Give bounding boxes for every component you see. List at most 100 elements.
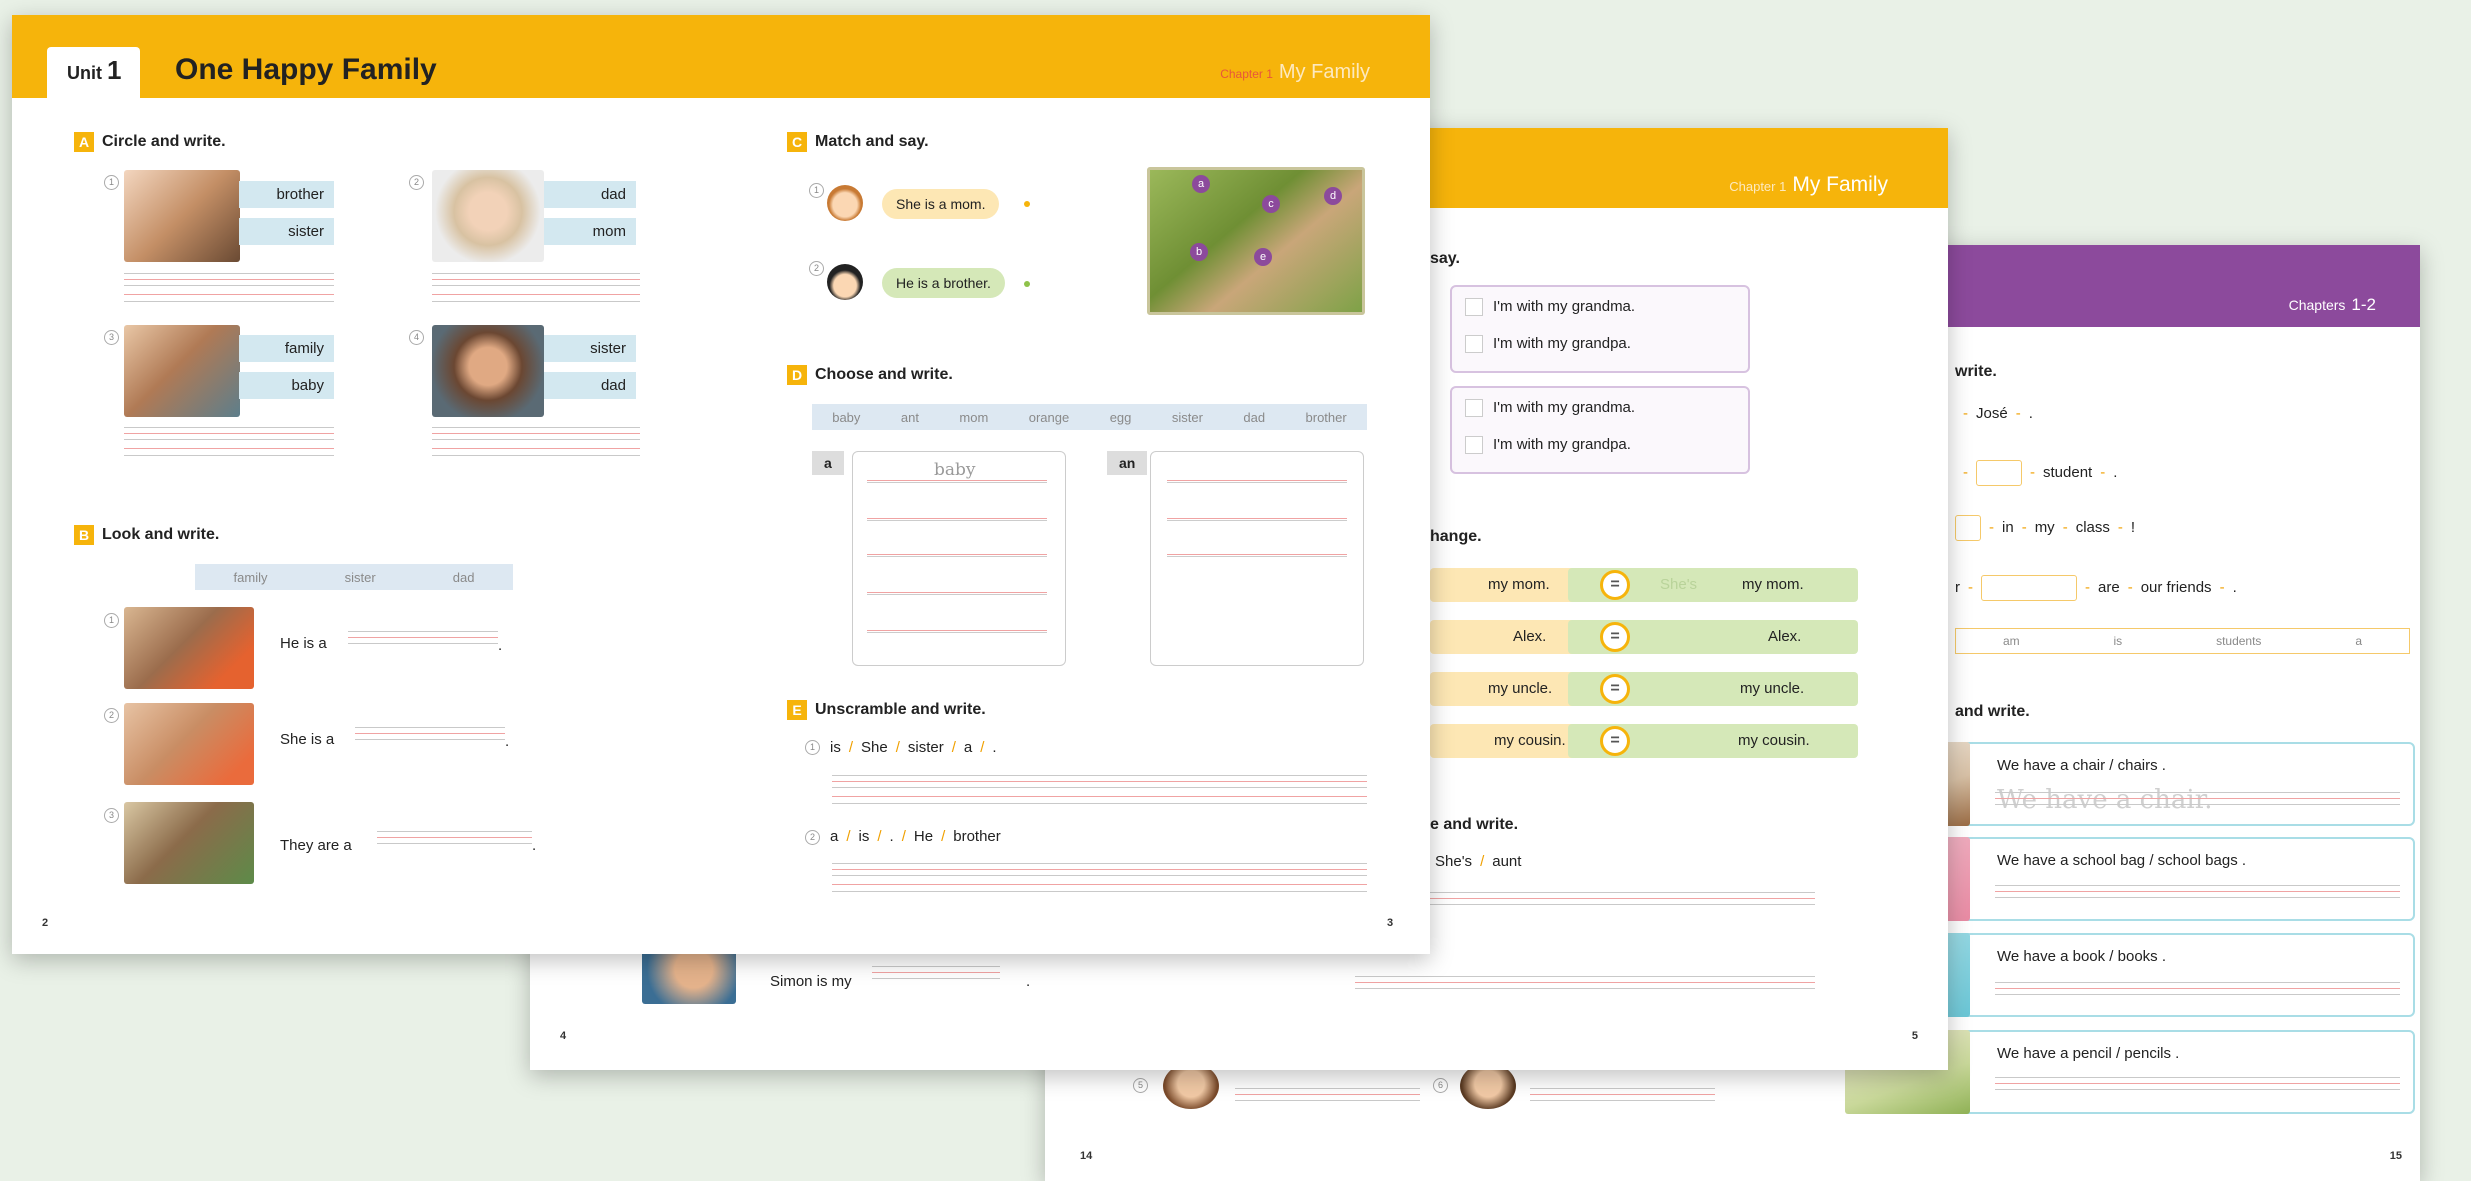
write-line[interactable] (832, 879, 1367, 892)
equals-badge: = (1600, 674, 1630, 704)
choice-mom[interactable]: mom (544, 218, 636, 245)
write-line[interactable] (432, 273, 640, 286)
write-line[interactable] (867, 475, 1047, 483)
write-line[interactable] (124, 273, 334, 286)
bank-word: students (2216, 634, 2262, 648)
section-title: write. (1955, 363, 1997, 381)
choice-brother[interactable]: brother (239, 181, 334, 208)
item-number: 1 (809, 183, 824, 198)
chapter-label: Chapter 1 (1729, 179, 1787, 194)
checkbox[interactable] (1465, 298, 1483, 317)
write-line[interactable] (1995, 1077, 2400, 1090)
write-line[interactable] (832, 775, 1367, 788)
word: . (992, 739, 997, 756)
write-line[interactable] (432, 443, 640, 456)
write-line[interactable] (1995, 885, 2400, 898)
section-title: say. (1430, 250, 1460, 268)
section-d-title: D Choose and write. (787, 365, 953, 385)
item-number: 2 (409, 175, 424, 190)
chapter-heading: Chapter 1 My Family (1729, 173, 1888, 197)
option-label: I'm with my grandma. (1493, 298, 1636, 315)
unit-label: Unit 1 (67, 55, 121, 86)
change-right-text: my uncle. (1740, 680, 1805, 697)
photo-label-d: d (1324, 187, 1342, 205)
checkbox[interactable] (1465, 436, 1483, 455)
choice-family[interactable]: family (239, 335, 334, 362)
choice-sister[interactable]: sister (544, 335, 636, 362)
man-portrait-photo (432, 325, 544, 417)
write-line[interactable] (832, 863, 1367, 876)
choice-option[interactable]: I'm with my grandpa. (1465, 335, 1631, 354)
write-line[interactable] (355, 727, 505, 740)
choice-option[interactable]: I'm with my grandpa. (1465, 436, 1631, 455)
item-number: 6 (1433, 1078, 1448, 1093)
write-line[interactable] (1167, 475, 1347, 483)
write-line[interactable] (867, 587, 1047, 595)
choice-dad[interactable]: dad (544, 372, 636, 399)
choice-dad[interactable]: dad (544, 181, 636, 208)
family-picnic-photo (124, 802, 254, 884)
write-line[interactable] (124, 289, 334, 302)
workbook-page-unit-1: Unit 1 One Happy Family Chapter 1 My Fami… (12, 15, 1430, 954)
checkbox[interactable] (1465, 399, 1483, 418)
choice-option[interactable]: I'm with my grandma. (1465, 399, 1635, 418)
chapter-label: Chapters (2288, 297, 2346, 313)
write-line[interactable] (432, 289, 640, 302)
section-letter: D (787, 365, 807, 385)
change-right-text: my mom. (1742, 576, 1804, 593)
item-number: 1 (805, 740, 820, 755)
chapter-title: My Family (1792, 173, 1888, 196)
choice-sister[interactable]: sister (239, 218, 334, 245)
write-line[interactable] (1167, 513, 1347, 521)
word-fragment: r (1955, 578, 1960, 596)
column-a-tag: a (812, 451, 844, 475)
answer-blank[interactable] (1976, 460, 2022, 486)
option-label: I'm with my grandpa. (1493, 335, 1631, 352)
woman-portrait-photo (432, 170, 544, 262)
write-line[interactable] (377, 831, 532, 844)
word: She (861, 739, 888, 756)
write-line[interactable] (124, 443, 334, 456)
write-line[interactable] (1995, 982, 2400, 995)
word-bank: family sister dad (195, 564, 513, 590)
change-left-text: my uncle. (1488, 680, 1553, 697)
item-number: 1 (104, 175, 119, 190)
write-line[interactable] (1167, 549, 1347, 557)
option-label: I'm with my grandpa. (1493, 436, 1631, 453)
write-line[interactable] (1995, 792, 2400, 805)
item-number: 3 (104, 808, 119, 823)
section-title-text: write. (1955, 363, 1997, 380)
write-line[interactable] (832, 791, 1367, 804)
match-dot[interactable] (1024, 201, 1030, 207)
section-title-text: hange. (1430, 528, 1482, 545)
answer-blank[interactable] (1955, 515, 1981, 541)
write-line[interactable] (872, 966, 1000, 979)
sentence-text: He is a (280, 635, 327, 652)
word: . (2028, 405, 2033, 422)
write-line[interactable] (1235, 1088, 1420, 1101)
write-line[interactable] (867, 625, 1047, 633)
checkbox[interactable] (1465, 335, 1483, 354)
page-number: 2 (42, 917, 49, 929)
write-line[interactable] (124, 427, 334, 440)
photo-label-b: b (1190, 243, 1208, 261)
answer-blank[interactable] (1981, 575, 2077, 601)
write-line[interactable] (348, 631, 498, 644)
siblings-photo (124, 170, 240, 262)
choice-baby[interactable]: baby (239, 372, 334, 399)
write-line[interactable] (432, 427, 640, 440)
section-title-text: Choose and write. (815, 366, 953, 383)
write-line[interactable] (867, 513, 1047, 521)
write-line[interactable] (1530, 1088, 1715, 1101)
period: . (1026, 973, 1031, 990)
match-dot[interactable] (1024, 281, 1030, 287)
write-line[interactable] (867, 549, 1047, 557)
write-line[interactable] (1355, 976, 1815, 989)
card-sentence: We have a school bag / school bags . (1997, 852, 2247, 869)
word: . (889, 828, 894, 845)
trace-hint: She's (1660, 576, 1698, 593)
word-bank: baby ant mom orange egg sister dad brother (812, 404, 1367, 430)
bank-word: sister (1171, 409, 1203, 425)
bank-word: am (2002, 634, 2020, 648)
choice-option[interactable]: I'm with my grandma. (1465, 298, 1636, 317)
